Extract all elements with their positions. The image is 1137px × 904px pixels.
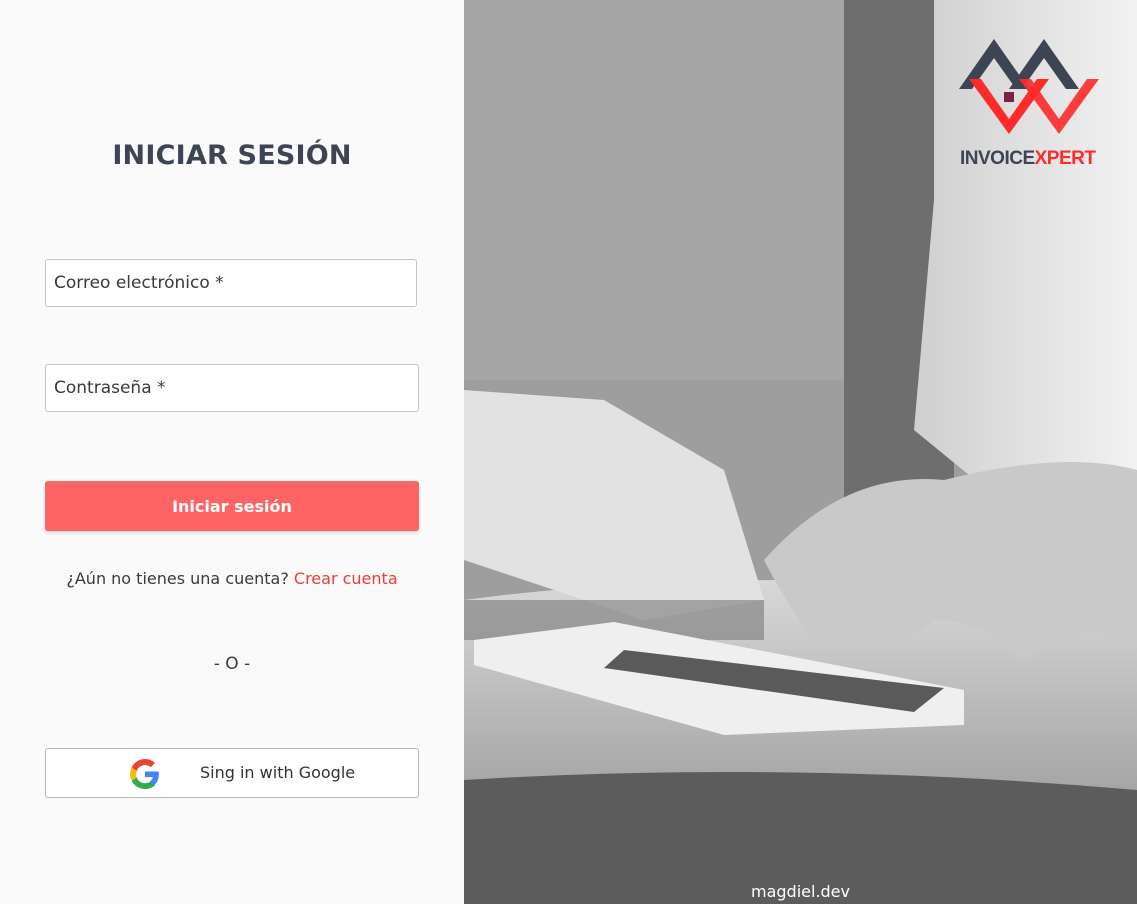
- create-account-link[interactable]: Crear cuenta: [294, 569, 398, 588]
- calculator-photo: [464, 0, 1137, 904]
- login-button[interactable]: Iniciar sesión: [45, 481, 419, 531]
- brand-name-part2: XPERT: [1034, 148, 1096, 169]
- google-signin-label: Sing in with Google: [200, 763, 356, 782]
- footer-credit: magdiel.dev: [751, 882, 850, 901]
- login-panel: INICIAR SESIÓN Correo electrónico * Cont…: [0, 0, 464, 904]
- email-field-label: Correo electrónico *: [54, 273, 224, 293]
- or-separator: - O -: [213, 654, 251, 674]
- invoicexpert-logo: [959, 39, 1099, 134]
- signup-prompt-text: ¿Aún no tienes una cuenta?: [66, 569, 289, 588]
- signup-prompt: ¿Aún no tienes una cuenta? Crear cuenta: [0, 569, 464, 588]
- password-field-label: Contraseña *: [54, 378, 166, 398]
- email-field[interactable]: Correo electrónico *: [45, 259, 417, 307]
- hero-image-panel: INVOICEXPERT magdiel.dev: [464, 0, 1137, 904]
- password-field[interactable]: Contraseña *: [45, 364, 419, 412]
- brand-name-part1: INVOICE: [960, 148, 1035, 169]
- page-title: INICIAR SESIÓN: [112, 140, 352, 171]
- brand-name: INVOICEXPERT: [960, 148, 1096, 170]
- google-icon: [130, 759, 159, 789]
- google-signin-button[interactable]: Sing in with Google: [45, 748, 419, 798]
